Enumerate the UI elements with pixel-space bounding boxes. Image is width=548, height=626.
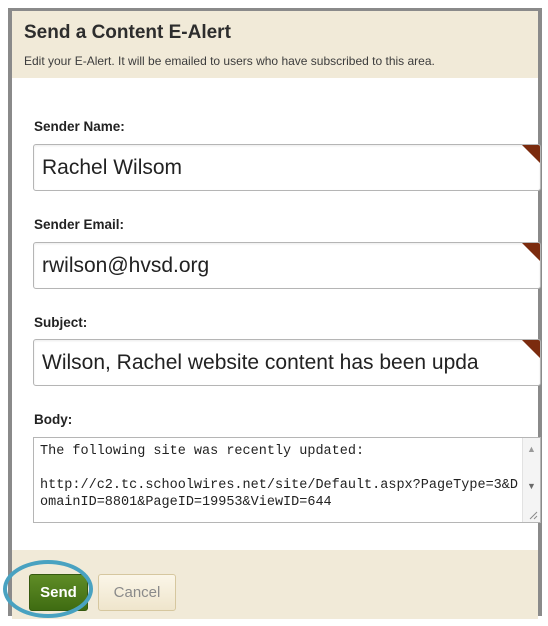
- dialog-content: Sender Name: Sender Email: Subject: Body…: [12, 78, 541, 550]
- cancel-button[interactable]: Cancel: [98, 574, 176, 611]
- required-field-marker-icon: [522, 243, 540, 261]
- scroll-up-arrow-icon[interactable]: ▲: [527, 444, 536, 454]
- body-text[interactable]: The following site was recently updated:…: [40, 443, 518, 511]
- sender-email-label: Sender Email:: [34, 217, 125, 232]
- resize-grip-icon[interactable]: [528, 510, 538, 520]
- sender-email-input[interactable]: [34, 243, 540, 288]
- sender-name-field[interactable]: [33, 144, 541, 191]
- sender-email-field[interactable]: [33, 242, 541, 289]
- required-field-marker-icon: [522, 145, 540, 163]
- scroll-down-arrow-icon[interactable]: ▼: [527, 481, 536, 491]
- dialog-subtitle: Edit your E-Alert. It will be emailed to…: [24, 54, 435, 68]
- body-label: Body:: [34, 412, 73, 427]
- sender-name-input[interactable]: [34, 145, 540, 190]
- send-button[interactable]: Send: [29, 574, 88, 611]
- required-field-marker-icon: [522, 340, 540, 358]
- sender-name-label: Sender Name:: [34, 119, 125, 134]
- dialog-footer: Send Cancel: [12, 550, 538, 619]
- subject-field[interactable]: [33, 339, 541, 386]
- subject-input[interactable]: [34, 340, 540, 385]
- subject-label: Subject:: [34, 315, 88, 330]
- dialog-title: Send a Content E-Alert: [24, 22, 231, 43]
- dialog-header: Send a Content E-Alert Edit your E-Alert…: [12, 11, 538, 78]
- body-textarea[interactable]: The following site was recently updated:…: [33, 437, 541, 523]
- e-alert-dialog: Send a Content E-Alert Edit your E-Alert…: [8, 8, 542, 619]
